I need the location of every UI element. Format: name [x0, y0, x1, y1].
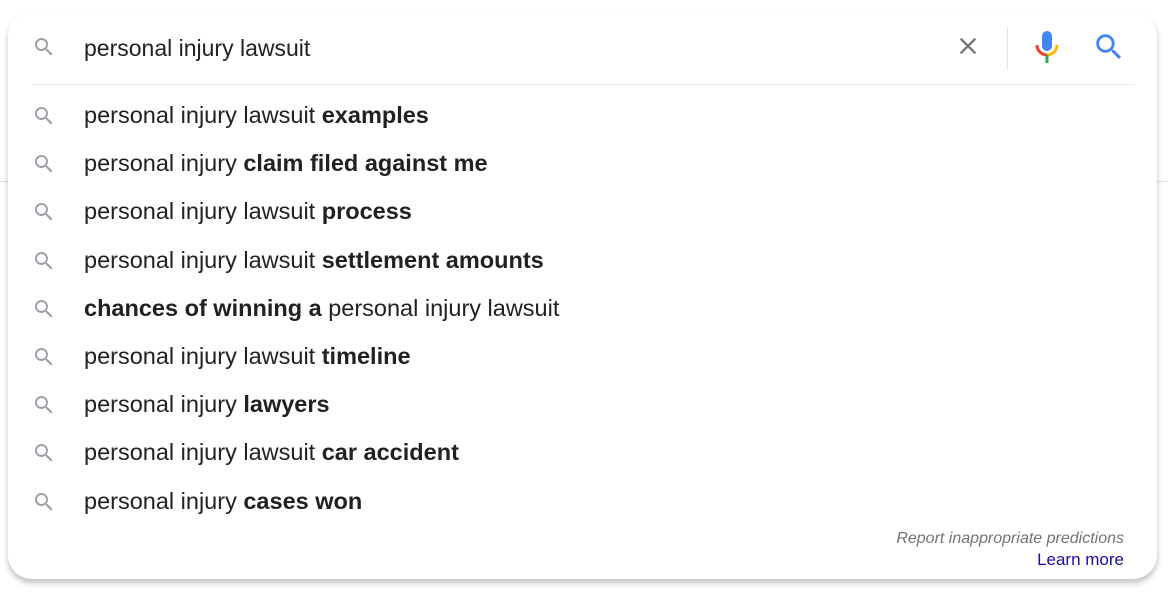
background-divider-left: [0, 181, 8, 182]
suggestion-completion: chances of winning a: [84, 294, 329, 321]
search-input[interactable]: [84, 32, 904, 64]
suggestion-item[interactable]: personal injury lawsuit settlement amoun…: [8, 237, 1157, 285]
dropdown-separator: [32, 84, 1135, 85]
suggestion-query-part: personal injury lawsuit: [84, 246, 322, 273]
suggestion-item[interactable]: personal injury claim filed against me: [8, 140, 1157, 188]
suggestion-query-part: personal injury: [84, 150, 244, 177]
suggestion-text: personal injury lawyers: [84, 389, 330, 419]
suggestion-text: chances of winning a personal injury law…: [84, 293, 559, 323]
suggestion-text: personal injury lawsuit timeline: [84, 341, 411, 371]
search-icon: [1092, 30, 1126, 69]
suggestion-text: personal injury lawsuit settlement amoun…: [84, 245, 544, 275]
suggestion-query-part: personal injury lawsuit: [84, 102, 322, 128]
search-bar-divider: [1007, 28, 1008, 70]
report-predictions-link[interactable]: Report inappropriate predictions: [896, 530, 1124, 548]
autocomplete-dropdown: personal injury lawsuit examplespersonal…: [8, 12, 1157, 579]
learn-more-link[interactable]: Learn more: [1037, 550, 1124, 570]
search-icon: [32, 249, 56, 273]
search-icon: [32, 393, 56, 417]
suggestion-text: personal injury lawsuit examples: [84, 100, 429, 130]
close-icon: [954, 32, 982, 65]
suggestion-completion: settlement amounts: [321, 246, 544, 273]
suggestion-completion: lawyers: [243, 391, 330, 418]
suggestion-text: personal injury lawsuit car accident: [84, 437, 459, 467]
suggestion-text: personal injury cases won: [84, 486, 362, 516]
suggestion-query-part: personal injury lawsuit: [84, 342, 322, 369]
suggestion-text: personal injury claim filed against me: [84, 148, 488, 178]
suggestion-item[interactable]: personal injury lawsuit car accident: [8, 429, 1157, 477]
search-icon: [32, 200, 56, 224]
search-icon: [32, 297, 56, 321]
search-icon: [32, 441, 56, 465]
search-icon: [32, 152, 56, 176]
suggestion-item[interactable]: personal injury lawsuit process: [8, 188, 1157, 236]
suggestion-completion: car accident: [321, 439, 459, 466]
suggestion-completion: process: [321, 198, 412, 225]
suggestion-query-part: personal injury lawsuit: [84, 198, 322, 225]
suggestion-item[interactable]: personal injury lawsuit timeline: [8, 333, 1157, 381]
suggestion-query-part: personal injury lawsuit: [84, 439, 322, 466]
search-submit-button[interactable]: [1092, 32, 1126, 66]
clear-button[interactable]: [952, 32, 984, 64]
suggestion-completion: examples: [321, 102, 429, 128]
search-icon: [32, 345, 56, 369]
background-divider-right: [1157, 181, 1168, 182]
suggestion-completion: timeline: [321, 342, 411, 369]
search-icon: [32, 104, 56, 128]
voice-search-button[interactable]: [1032, 30, 1062, 69]
suggestion-query-part: personal injury: [84, 391, 244, 418]
search-bar: [8, 12, 1157, 84]
suggestion-query-part: personal injury lawsuit: [328, 294, 560, 321]
suggestion-completion: claim filed against me: [243, 150, 488, 177]
search-icon: [32, 35, 56, 59]
microphone-icon: [1034, 30, 1060, 69]
suggestion-item[interactable]: personal injury lawsuit examples: [8, 92, 1157, 140]
suggestion-item[interactable]: personal injury cases won: [8, 478, 1157, 526]
search-icon: [32, 490, 56, 514]
suggestion-completion: cases won: [243, 487, 363, 514]
suggestion-list: personal injury lawsuit examples personal…: [8, 92, 1157, 526]
suggestion-item[interactable]: personal injury lawyers: [8, 381, 1157, 429]
suggestion-query-part: personal injury: [84, 487, 244, 514]
suggestion-text: personal injury lawsuit process: [84, 196, 412, 226]
suggestion-item[interactable]: chances of winning a personal injury law…: [8, 285, 1157, 333]
